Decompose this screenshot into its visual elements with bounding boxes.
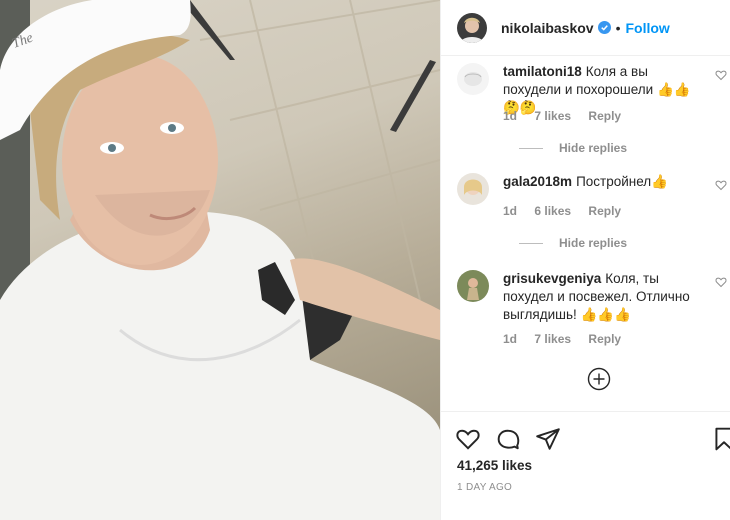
post-time[interactable]: 1 DAY AGO [457, 482, 512, 493]
commenter-avatar[interactable] [457, 270, 489, 302]
comment-meta: 1d 6 likes Reply [503, 204, 635, 218]
bookmark-icon[interactable] [711, 426, 730, 452]
comment-meta: 1d 7 likes Reply [503, 109, 635, 123]
comment-like-icon[interactable] [715, 276, 727, 288]
heart-icon[interactable] [455, 426, 481, 452]
author-avatar[interactable] [457, 12, 487, 43]
comment-text: Постройнел👍 [576, 174, 668, 189]
comment-icon[interactable] [495, 426, 521, 452]
instagram-post: The nikolaibaskov • Follow tamilatoni18 К… [0, 0, 730, 520]
post-actions: 41,265 likes 1 DAY AGO [441, 411, 730, 520]
share-icon[interactable] [535, 426, 561, 452]
load-more-icon[interactable] [587, 367, 611, 391]
commenter-avatar[interactable] [457, 63, 489, 95]
comment-meta: 1d 7 likes Reply [503, 332, 635, 346]
hide-replies-line [519, 147, 543, 149]
comment-username[interactable]: grisukevgeniya [503, 271, 601, 286]
author-username[interactable]: nikolaibaskov [501, 20, 594, 36]
comment-likes[interactable]: 7 likes [534, 109, 571, 123]
likes-count[interactable]: 41,265 likes [457, 458, 532, 473]
comment-like-icon[interactable] [715, 179, 727, 191]
post-photo[interactable]: The [0, 0, 440, 520]
verified-icon [597, 21, 611, 34]
reply-button[interactable]: Reply [588, 332, 621, 346]
post-panel: nikolaibaskov • Follow tamilatoni18 Коля … [440, 0, 730, 520]
post-header: nikolaibaskov • Follow [441, 0, 730, 56]
hide-replies-line [519, 242, 543, 244]
reply-button[interactable]: Reply [588, 204, 621, 218]
comment-age: 1d [503, 332, 518, 346]
comment-likes[interactable]: 6 likes [534, 204, 571, 218]
comment-like-icon[interactable] [715, 69, 727, 81]
comment-age: 1d [503, 109, 518, 123]
follow-button[interactable]: Follow [626, 20, 670, 36]
comment-age: 1d [503, 204, 518, 218]
comments-list[interactable]: tamilatoni18 Коля а вы похудели и похорош… [441, 57, 730, 409]
commenter-avatar[interactable] [457, 173, 489, 205]
hide-replies-button[interactable]: Hide replies [519, 141, 627, 155]
comment-likes[interactable]: 7 likes [534, 332, 571, 346]
reply-button[interactable]: Reply [588, 109, 621, 123]
hide-replies-button[interactable]: Hide replies [519, 236, 627, 250]
comment-username[interactable]: gala2018m [503, 174, 572, 189]
action-icons [455, 426, 561, 452]
separator-dot: • [615, 19, 621, 36]
comment-username[interactable]: tamilatoni18 [503, 64, 582, 79]
